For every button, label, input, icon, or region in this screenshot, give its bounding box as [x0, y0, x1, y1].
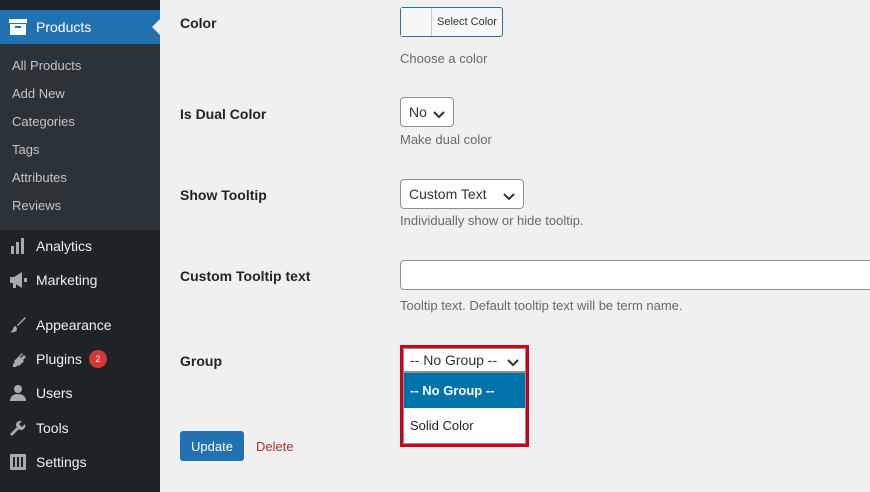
- settings-sliders-icon: [0, 445, 36, 479]
- paintbrush-icon: [0, 308, 36, 342]
- sidebar-item-label: Marketing: [36, 272, 98, 288]
- sidebar-item-label: Users: [36, 385, 73, 401]
- products-submenu: All Products Add New Categories Tags Att…: [0, 44, 160, 230]
- custom-tooltip-label: Custom Tooltip text: [180, 268, 311, 284]
- show-tooltip-description: Individually show or hide tooltip.: [400, 213, 584, 228]
- submenu-all-products[interactable]: All Products: [0, 52, 160, 80]
- sidebar-item-label: Tools: [36, 420, 69, 436]
- group-option-no-group[interactable]: -- No Group --: [404, 373, 525, 408]
- show-tooltip-value: Custom Text: [409, 186, 487, 202]
- color-label: Color: [180, 15, 217, 31]
- submenu-attributes[interactable]: Attributes: [0, 164, 160, 192]
- admin-sidebar: Products All Products Add New Categories…: [0, 0, 160, 492]
- select-color-text: Select Color: [437, 16, 497, 28]
- group-label: Group: [180, 353, 222, 369]
- delete-link[interactable]: Delete: [256, 439, 294, 454]
- sidebar-item-label: Settings: [36, 454, 87, 470]
- submenu-add-new[interactable]: Add New: [0, 80, 160, 108]
- wrench-icon: [0, 411, 36, 445]
- update-count-badge: 2: [88, 350, 107, 368]
- user-icon: [0, 376, 36, 410]
- chevron-down-icon: [507, 355, 519, 371]
- sidebar-item-plugins[interactable]: Plugins 2: [0, 342, 160, 376]
- sidebar-item-label: Products: [36, 19, 92, 35]
- dual-color-label: Is Dual Color: [180, 106, 267, 122]
- show-tooltip-select[interactable]: Custom Text: [400, 179, 524, 209]
- edit-term-form: Color Select Color Choose a color Is Dua…: [160, 0, 870, 492]
- bar-chart-icon: [0, 229, 36, 263]
- group-select[interactable]: -- No Group --: [403, 348, 526, 372]
- sidebar-item-settings[interactable]: Settings: [0, 445, 160, 479]
- show-tooltip-label: Show Tooltip: [180, 187, 267, 203]
- submenu-reviews[interactable]: Reviews: [0, 192, 160, 220]
- color-swatch: [401, 8, 432, 36]
- dual-color-value: No: [409, 104, 427, 120]
- sidebar-item-label: Analytics: [36, 238, 93, 254]
- group-dropdown-list: -- No Group -- Solid Color: [403, 372, 526, 444]
- group-select-value: -- No Group --: [410, 352, 498, 368]
- sidebar-item-tools[interactable]: Tools: [0, 411, 160, 445]
- sidebar-item-appearance[interactable]: Appearance: [0, 308, 160, 342]
- plugin-icon: [0, 342, 36, 376]
- sidebar-item-label: Plugins: [36, 351, 82, 367]
- chevron-down-icon: [503, 189, 515, 205]
- sidebar-top-item[interactable]: [0, 0, 160, 10]
- archive-icon: [0, 10, 36, 44]
- current-menu-arrow: [152, 19, 160, 35]
- dual-color-description: Make dual color: [400, 132, 492, 147]
- custom-tooltip-description: Tooltip text. Default tooltip text will …: [400, 298, 683, 313]
- submenu-categories[interactable]: Categories: [0, 108, 160, 136]
- custom-tooltip-input[interactable]: [400, 260, 870, 290]
- sidebar-item-users[interactable]: Users: [0, 376, 160, 410]
- update-button[interactable]: Update: [180, 431, 244, 461]
- group-option-solid-color[interactable]: Solid Color: [404, 408, 525, 443]
- sidebar-item-label: Appearance: [36, 317, 112, 333]
- chevron-down-icon: [433, 107, 445, 123]
- sidebar-item-products[interactable]: Products: [0, 10, 160, 44]
- color-description: Choose a color: [400, 51, 488, 66]
- select-color-button[interactable]: Select Color: [400, 7, 503, 37]
- submenu-tags[interactable]: Tags: [0, 136, 160, 164]
- dual-color-select[interactable]: No: [400, 97, 454, 127]
- sidebar-item-marketing[interactable]: Marketing: [0, 263, 160, 297]
- megaphone-icon: [0, 263, 36, 297]
- sidebar-item-analytics[interactable]: Analytics: [0, 229, 160, 263]
